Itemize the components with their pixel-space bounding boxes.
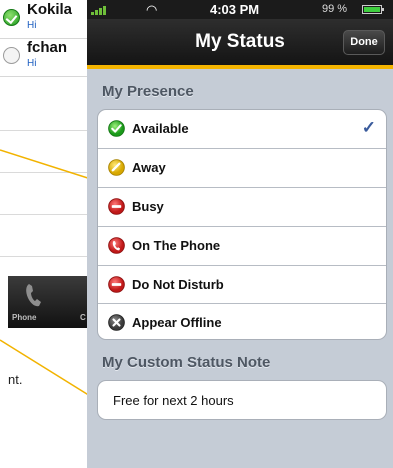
selected-checkmark-icon: ✓ <box>361 118 376 137</box>
busy-red-icon <box>108 197 125 215</box>
presence-option-appear-offline[interactable]: Appear Offline <box>98 304 386 339</box>
wifi-icon: ◠ <box>146 2 158 17</box>
presence-option-label: On The Phone <box>132 237 221 253</box>
navigation-bar: My Status Done <box>87 19 393 65</box>
status-bar: ◠ 4:03 PM 99 % <box>87 0 393 19</box>
appear-offline-grey-icon <box>108 314 125 332</box>
presence-option-label: Busy <box>132 198 164 214</box>
presence-options-list: Available ✓ Away Busy On The Phone Do No… <box>97 109 387 340</box>
section-header-custom-status-note: My Custom Status Note <box>102 354 271 371</box>
my-status-screen: ◠ 4:03 PM 99 % My Status Done My Presenc… <box>87 0 393 468</box>
accent-stripe <box>87 65 393 69</box>
battery-icon <box>362 5 384 14</box>
custom-status-note-field[interactable]: Free for next 2 hours <box>97 380 387 420</box>
on-the-phone-red-icon <box>108 236 125 254</box>
presence-option-busy[interactable]: Busy <box>98 188 386 227</box>
signal-strength-icon <box>91 4 109 15</box>
presence-option-label: Away <box>132 159 166 175</box>
custom-status-note-value: Free for next 2 hours <box>113 393 234 408</box>
presence-option-label: Available <box>132 121 189 136</box>
away-yellow-icon <box>108 159 125 176</box>
presence-option-away[interactable]: Away <box>98 149 386 188</box>
presence-option-do-not-disturb[interactable]: Do Not Disturb <box>98 266 386 305</box>
presence-option-available[interactable]: Available ✓ <box>98 110 386 149</box>
done-button[interactable]: Done <box>343 30 385 55</box>
available-green-check-icon <box>108 120 125 137</box>
presence-option-on-the-phone[interactable]: On The Phone <box>98 227 386 266</box>
presence-option-label: Do Not Disturb <box>132 276 224 292</box>
clock: 4:03 PM <box>210 2 260 17</box>
battery-percentage: 99 % <box>322 3 348 15</box>
do-not-disturb-red-icon <box>108 275 125 293</box>
presence-option-label: Appear Offline <box>132 315 222 331</box>
section-header-my-presence: My Presence <box>102 83 194 100</box>
